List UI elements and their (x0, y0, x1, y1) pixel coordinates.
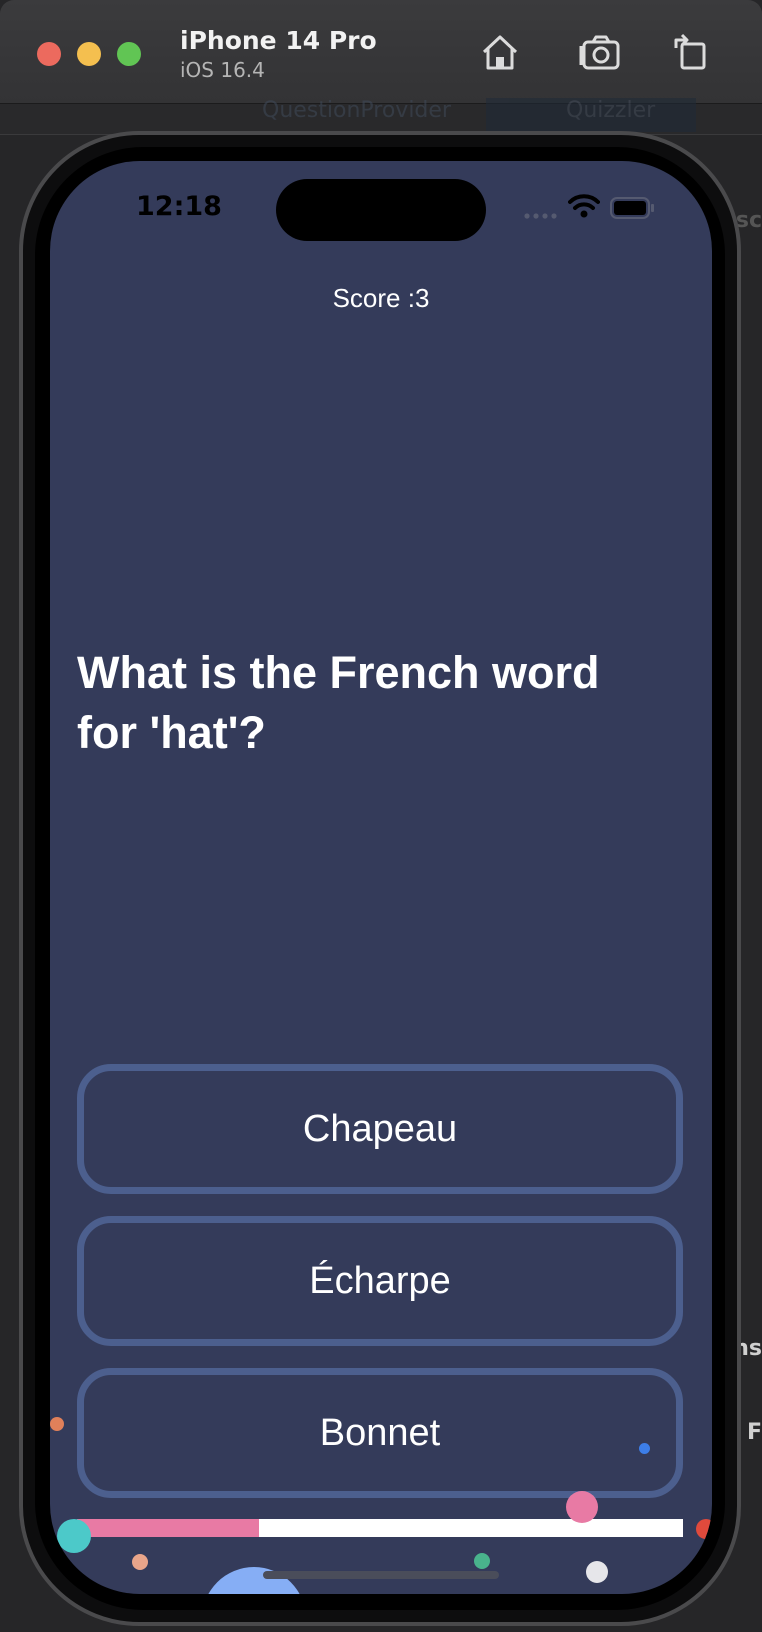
simulator-title-bar: iPhone 14 Pro iOS 16.4 (0, 0, 762, 104)
confetti-dot (566, 1491, 598, 1523)
confetti-dot (132, 1554, 148, 1570)
answer-label: Chapeau (302, 1107, 458, 1150)
status-time: 12:18 (136, 191, 222, 222)
xcode-tab-question-provider[interactable]: QuestionProvider (262, 98, 451, 132)
screenshot-icon[interactable] (578, 30, 622, 74)
dynamic-island (276, 179, 486, 241)
wifi-icon (568, 194, 600, 218)
zoom-window-button[interactable] (117, 42, 141, 66)
quiz-progress-bar (77, 1519, 683, 1537)
confetti-dot (50, 1417, 64, 1431)
answer-button-1[interactable]: Chapeau (77, 1064, 683, 1194)
close-window-button[interactable] (37, 42, 61, 66)
home-indicator[interactable] (263, 1571, 499, 1579)
question-text: What is the French word for 'hat'? (77, 647, 600, 758)
os-version: iOS 16.4 (180, 58, 265, 82)
answer-button-3[interactable]: Bonnet (77, 1368, 683, 1498)
confetti-dot (586, 1561, 608, 1583)
confetti-dot (696, 1519, 712, 1539)
confetti-dot (639, 1443, 650, 1454)
confetti-dot (57, 1519, 91, 1553)
answer-button-2[interactable]: Écharpe (77, 1216, 683, 1346)
signal-icon (524, 213, 557, 219)
rotate-icon[interactable] (668, 30, 712, 74)
score-label: Score :3 (332, 283, 430, 313)
xcode-tab-quizzler[interactable]: Quizzler (486, 98, 696, 132)
home-icon[interactable] (478, 30, 522, 74)
confetti-dot (474, 1553, 490, 1569)
quiz-progress-fill (77, 1519, 259, 1537)
answer-label: Écharpe (309, 1259, 451, 1302)
minimize-window-button[interactable] (77, 42, 101, 66)
simulator-window: iPhone 14 Pro iOS 16.4 QuestionProvider … (0, 0, 762, 1632)
battery-icon (610, 197, 654, 219)
app-screen: 12:18 Score :3 What is the French word f… (50, 161, 712, 1594)
answer-label: Bonnet (319, 1411, 441, 1454)
device-name: iPhone 14 Pro (180, 26, 377, 55)
